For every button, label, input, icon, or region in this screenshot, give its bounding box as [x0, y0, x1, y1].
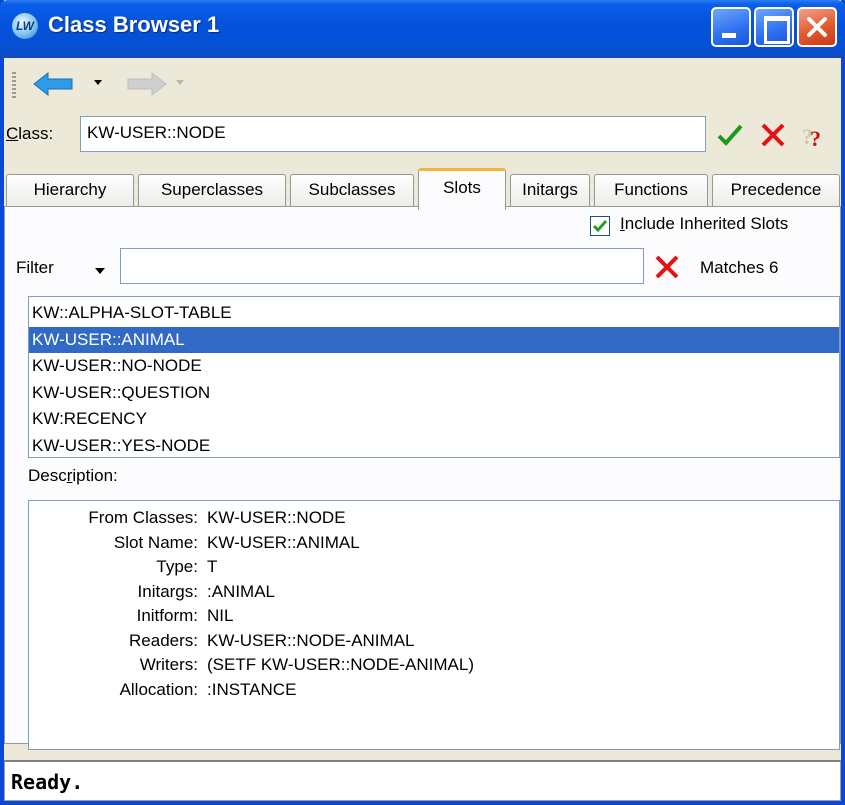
- filter-row: Filter Matches 6: [4, 244, 841, 288]
- description-row: Type: T: [29, 555, 839, 580]
- list-item[interactable]: KW-USER::NO-NODE: [29, 353, 839, 380]
- description-row: Initargs: :ANIMAL: [29, 580, 839, 605]
- navigation-toolbar: [4, 58, 841, 110]
- description-value: NIL: [207, 606, 234, 625]
- description-key: From Classes:: [88, 508, 198, 527]
- description-row: Initform: NIL: [29, 604, 839, 629]
- cancel-x-icon[interactable]: [760, 122, 786, 148]
- description-key: Writers:: [139, 655, 198, 674]
- forward-arrow-icon[interactable]: [114, 70, 168, 98]
- list-item[interactable]: KW::ALPHA-SLOT-TABLE: [29, 300, 839, 327]
- description-value: KW-USER::NODE: [207, 508, 346, 527]
- tab-subclasses[interactable]: Subclasses: [290, 174, 414, 208]
- app-icon: LW: [12, 13, 38, 39]
- tab-precedence[interactable]: Precedence: [712, 174, 840, 208]
- filter-input[interactable]: [120, 248, 644, 284]
- tab-superclasses[interactable]: Superclasses: [138, 174, 286, 208]
- description-key: Slot Name:: [113, 532, 198, 552]
- description-value: KW-USER::ANIMAL: [207, 532, 360, 552]
- help-icon[interactable]: ? ?: [800, 122, 830, 150]
- class-browser-window: LW Class Browser 1 Class: KW-USER::NODE: [0, 0, 845, 805]
- description-value: KW-USER::NODE-ANIMAL: [207, 630, 415, 650]
- include-inherited-checkbox[interactable]: [590, 216, 610, 236]
- back-arrow-icon[interactable]: [32, 70, 86, 98]
- checkmark-icon: [593, 220, 607, 233]
- description-box[interactable]: From Classes: KW-USER::NODE Slot Name: KW-…: [28, 500, 840, 750]
- maximize-button[interactable]: [754, 7, 794, 47]
- tab-functions[interactable]: Functions: [594, 174, 708, 208]
- description-value: (SETF KW-USER::NODE-ANIMAL): [207, 655, 474, 674]
- list-item[interactable]: KW-USER::YES-NODE: [29, 433, 839, 460]
- description-row: Slot Name: KW-USER::ANIMAL: [29, 531, 839, 556]
- tab-slots[interactable]: Slots: [418, 168, 506, 210]
- description-row: Allocation: :INSTANCE: [29, 678, 839, 703]
- description-row: Writers: (SETF KW-USER::NODE-ANIMAL): [29, 653, 839, 678]
- description-label: Description:: [28, 466, 118, 485]
- description-key: Initargs:: [137, 581, 198, 601]
- list-item[interactable]: KW-USER::ANIMAL: [29, 326, 839, 353]
- forward-dropdown-icon[interactable]: [174, 76, 186, 88]
- description-value: T: [207, 557, 218, 576]
- tab-initargs[interactable]: Initargs: [510, 174, 590, 208]
- minimize-button[interactable]: [711, 7, 751, 47]
- description-value: :INSTANCE: [207, 679, 297, 699]
- description-value: :ANIMAL: [207, 581, 276, 601]
- list-item[interactable]: KW-USER::QUESTION: [29, 380, 839, 407]
- include-inherited-label: Include Inherited Slots: [620, 214, 789, 233]
- tab-strip: Hierarchy Superclasses Subclasses Slots …: [4, 168, 841, 210]
- window-title: Class Browser 1: [48, 12, 220, 37]
- description-key: Allocation:: [119, 679, 198, 699]
- slot-list[interactable]: KW::ALPHA-SLOT-TABLE KW-USER::ANIMAL KW-…: [28, 296, 840, 458]
- checkmark-icon[interactable]: [716, 122, 744, 148]
- description-row: Readers: KW-USER::NODE-ANIMAL: [29, 629, 839, 654]
- description-key: Initform:: [136, 606, 198, 625]
- filter-dropdown-icon[interactable]: [94, 266, 106, 276]
- class-input[interactable]: KW-USER::NODE: [80, 116, 706, 152]
- title-bar[interactable]: LW Class Browser 1: [0, 0, 845, 58]
- description-key: Readers:: [129, 630, 198, 650]
- filter-label[interactable]: Filter: [16, 258, 54, 278]
- description-key: Type:: [156, 557, 198, 576]
- close-button[interactable]: [797, 7, 837, 47]
- back-dropdown-icon[interactable]: [92, 76, 104, 88]
- status-bar: Ready.: [4, 760, 841, 801]
- class-row: Class: KW-USER::NODE ? ?: [4, 112, 841, 158]
- tab-hierarchy[interactable]: Hierarchy: [6, 174, 134, 208]
- toolbar-grip[interactable]: [12, 72, 16, 98]
- svg-text:?: ?: [810, 126, 821, 150]
- matches-count: Matches 6: [700, 258, 779, 277]
- clear-filter-icon[interactable]: [654, 254, 680, 280]
- class-label: Class:: [6, 124, 54, 143]
- description-row: From Classes: KW-USER::NODE: [29, 506, 839, 531]
- close-icon: [807, 17, 827, 37]
- list-item[interactable]: KW:RECENCY: [29, 406, 839, 433]
